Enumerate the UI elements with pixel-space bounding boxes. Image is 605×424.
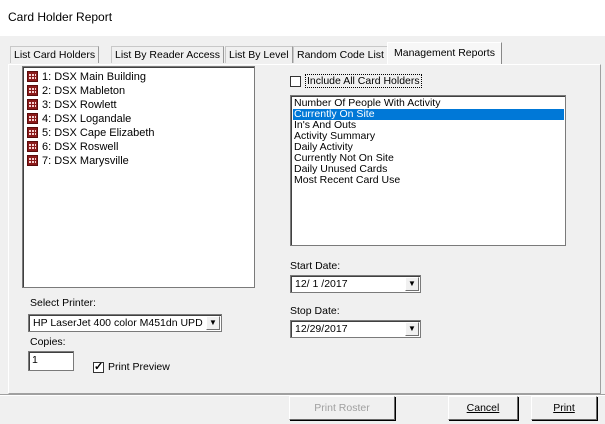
print-preview-label: Print Preview bbox=[108, 361, 170, 373]
start-date-label: Start Date: bbox=[290, 260, 341, 272]
building-icon bbox=[27, 113, 38, 124]
select-printer-label: Select Printer: bbox=[30, 297, 96, 309]
building-label: 3: DSX Rowlett bbox=[42, 99, 117, 111]
building-icon bbox=[27, 71, 38, 82]
stop-date-picker[interactable]: 12/29/2017 ▼ bbox=[290, 320, 421, 338]
tab-list-by-level[interactable]: List By Level bbox=[225, 46, 293, 63]
tab-strip: List Card Holders List By Reader Access … bbox=[0, 36, 605, 66]
start-date-value: 12/ 1 /2017 bbox=[295, 278, 348, 290]
list-item[interactable]: 2: DSX Mableton bbox=[27, 84, 125, 99]
list-item[interactable]: 6: DSX Roswell bbox=[27, 140, 118, 155]
report-item[interactable]: Most Recent Card Use bbox=[293, 175, 564, 186]
title-bar: Card Holder Report bbox=[0, 0, 605, 36]
list-item[interactable]: 4: DSX Logandale bbox=[27, 112, 131, 127]
include-all-label: Include All Card Holders bbox=[305, 74, 422, 88]
building-icon bbox=[27, 99, 38, 110]
copies-input[interactable]: 1 bbox=[28, 351, 74, 371]
copies-label: Copies: bbox=[30, 336, 66, 348]
building-icon bbox=[27, 141, 38, 152]
window-title: Card Holder Report bbox=[8, 10, 113, 24]
print-button-label: Print bbox=[553, 402, 575, 414]
building-label: 4: DSX Logandale bbox=[42, 113, 132, 125]
report-list[interactable]: Number Of People With Activity Currently… bbox=[290, 95, 566, 246]
building-icon bbox=[27, 155, 38, 166]
tab-management-reports[interactable]: Management Reports bbox=[387, 42, 502, 64]
building-label: 1: DSX Main Building bbox=[42, 71, 146, 83]
print-button[interactable]: Print bbox=[531, 396, 597, 420]
chevron-down-icon[interactable]: ▼ bbox=[405, 322, 419, 336]
print-roster-button[interactable]: Print Roster bbox=[289, 396, 395, 420]
building-label: 6: DSX Roswell bbox=[42, 141, 119, 153]
building-icon bbox=[27, 85, 38, 96]
tab-random-code-list[interactable]: Random Code List bbox=[293, 46, 388, 63]
list-item[interactable]: 1: DSX Main Building bbox=[27, 70, 146, 85]
list-item[interactable]: 7: DSX Marysville bbox=[27, 154, 129, 169]
building-label: 2: DSX Mableton bbox=[42, 85, 126, 97]
building-list[interactable]: 1: DSX Main Building 2: DSX Mableton 3: … bbox=[22, 66, 255, 288]
building-label: 5: DSX Cape Elizabeth bbox=[42, 127, 155, 139]
tab-list-card-holders[interactable]: List Card Holders bbox=[10, 46, 100, 63]
printer-value: HP LaserJet 400 color M451dn UPD I bbox=[33, 317, 205, 329]
cancel-button[interactable]: Cancel bbox=[448, 396, 518, 420]
cancel-button-label: Cancel bbox=[466, 402, 500, 414]
list-item[interactable]: 3: DSX Rowlett bbox=[27, 98, 117, 113]
building-label: 7: DSX Marysville bbox=[42, 155, 129, 167]
list-item[interactable]: 5: DSX Cape Elizabeth bbox=[27, 126, 155, 141]
include-all-checkbox[interactable] bbox=[290, 76, 301, 87]
building-icon bbox=[27, 127, 38, 138]
printer-select[interactable]: HP LaserJet 400 color M451dn UPD I ▼ bbox=[28, 314, 222, 332]
stop-date-label: Stop Date: bbox=[290, 305, 340, 317]
start-date-picker[interactable]: 12/ 1 /2017 ▼ bbox=[290, 275, 421, 293]
chevron-down-icon[interactable]: ▼ bbox=[405, 277, 419, 291]
stop-date-value: 12/29/2017 bbox=[295, 323, 348, 335]
tab-list-by-reader-access[interactable]: List By Reader Access bbox=[111, 46, 225, 63]
chevron-down-icon[interactable]: ▼ bbox=[206, 316, 220, 330]
print-preview-checkbox[interactable]: ✓ bbox=[93, 362, 104, 373]
